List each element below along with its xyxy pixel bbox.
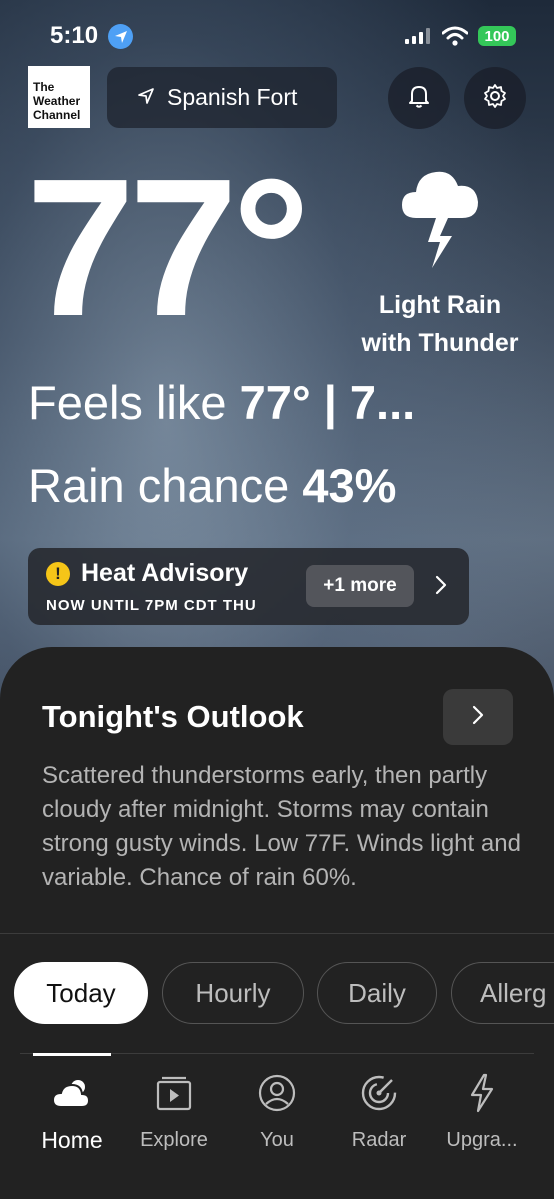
forecast-tabs: Today Hourly Daily Allerg (0, 962, 554, 1026)
home-cloud-icon (51, 1067, 93, 1119)
radar-icon (359, 1067, 399, 1119)
nav-upgrade[interactable]: Upgra... (432, 1067, 532, 1152)
thunderstorm-cloud-icon (398, 160, 482, 277)
nav-label: Upgra... (446, 1129, 518, 1151)
tab-today[interactable]: Today (14, 962, 148, 1024)
notifications-button[interactable] (388, 67, 450, 129)
outlook-description: Scattered thunderstorms early, then part… (42, 762, 521, 891)
navigation-arrow-icon (137, 84, 155, 111)
logo-text-line: Weather (33, 94, 81, 108)
rain-chance-text: Rain chance 43% (28, 458, 396, 513)
advisory-subtitle: NOW UNTIL 7PM CDT THU (46, 597, 257, 614)
explore-video-icon (155, 1067, 193, 1119)
nav-label: You (260, 1129, 294, 1151)
nav-label: Radar (351, 1129, 407, 1151)
chevron-right-icon (471, 703, 485, 732)
feels-like-overflow: | 7... (310, 376, 416, 429)
cellular-signal-icon (405, 28, 430, 44)
tab-hourly[interactable]: Hourly (162, 962, 304, 1024)
outlook-expand-button[interactable] (443, 689, 513, 745)
bell-icon (406, 83, 432, 114)
feels-like-label: Feels like (28, 376, 240, 429)
gear-icon (482, 83, 508, 114)
tab-daily[interactable]: Daily (317, 962, 437, 1024)
condition-line: Light Rain (378, 291, 502, 319)
current-temperature: 77° (26, 138, 310, 357)
settings-button[interactable] (464, 67, 526, 129)
active-nav-indicator (33, 1053, 111, 1056)
more-alerts-button[interactable]: +1 more (306, 565, 414, 607)
divider (0, 933, 554, 934)
feels-like-value: 77° (239, 376, 311, 429)
logo-text-line: The (33, 80, 55, 94)
advisory-title: Heat Advisory (81, 559, 249, 587)
nav-explore[interactable]: Explore (124, 1067, 224, 1152)
lightning-icon (468, 1067, 496, 1119)
feels-like-text: Feels like 77° | 7... (28, 375, 415, 430)
rain-chance-label: Rain chance (28, 459, 303, 512)
status-time: 5:10 (50, 22, 99, 49)
location-services-icon (108, 24, 133, 49)
status-bar: 5:10 100 (0, 0, 554, 70)
weather-channel-logo: The Weather Channel (28, 66, 90, 128)
wifi-icon (441, 26, 469, 51)
nav-label: Explore (140, 1129, 208, 1151)
nav-home[interactable]: Home (22, 1067, 122, 1154)
heat-advisory-banner[interactable]: ! Heat Advisory NOW UNTIL 7PM CDT THU +1… (28, 548, 469, 625)
battery-indicator: 100 (478, 26, 516, 46)
outlook-title: Tonight's Outlook (42, 699, 304, 734)
location-name: Spanish Fort (167, 84, 298, 110)
chevron-right-icon (434, 572, 448, 603)
logo-text-line: Channel (33, 108, 81, 122)
rain-chance-value: 43% (302, 459, 397, 512)
condition-description: Light Rain with Thunder (350, 286, 530, 362)
alert-icon: ! (46, 562, 70, 586)
profile-icon (257, 1067, 297, 1119)
nav-radar[interactable]: Radar (329, 1067, 429, 1152)
nav-label: Home (41, 1127, 103, 1153)
tab-allergy[interactable]: Allerg (451, 962, 554, 1024)
nav-you[interactable]: You (227, 1067, 327, 1152)
condition-line: with Thunder (361, 329, 519, 357)
bottom-navigation: Home Explore You Radar Upgra... (0, 1067, 554, 1167)
location-selector-button[interactable]: Spanish Fort (107, 67, 337, 128)
bottom-sheet: Tonight's Outlook Scattered thunderstorm… (0, 647, 554, 1199)
